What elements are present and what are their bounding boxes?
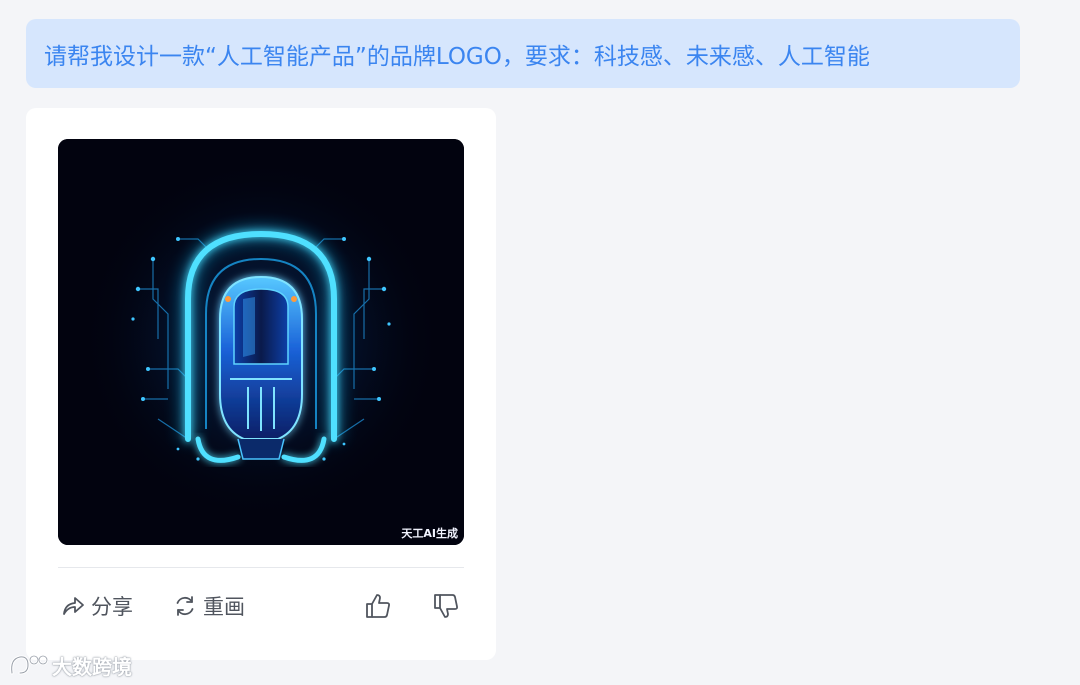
bottom-watermark: 大数跨境 [8,650,132,680]
share-icon [60,593,86,619]
watermark-text: 大数跨境 [52,654,132,679]
user-prompt-bubble: 请帮我设计一款“人工智能产品”的品牌LOGO，要求：科技感、未来感、人工智能 [26,19,1020,88]
image-result-card: 天工AI生成 分享 重画 [26,108,496,660]
redraw-button[interactable]: 重画 [172,590,245,622]
watermark-logo-icon [8,653,49,677]
redraw-label: 重画 [203,595,245,619]
image-watermark: 天工AI生成 [401,527,458,540]
thumbs-down-icon [432,592,460,620]
generated-logo-image[interactable]: 天工AI生成 [58,139,464,545]
refresh-icon [172,593,198,619]
user-prompt-text: 请帮我设计一款“人工智能产品”的品牌LOGO，要求：科技感、未来感、人工智能 [44,43,870,70]
share-button[interactable]: 分享 [60,590,133,622]
share-label: 分享 [91,595,133,619]
like-button[interactable] [364,590,392,622]
robot-head-logo-image [58,139,464,545]
thumbs-up-icon [364,592,392,620]
divider [58,567,464,568]
dislike-button[interactable] [432,590,460,622]
